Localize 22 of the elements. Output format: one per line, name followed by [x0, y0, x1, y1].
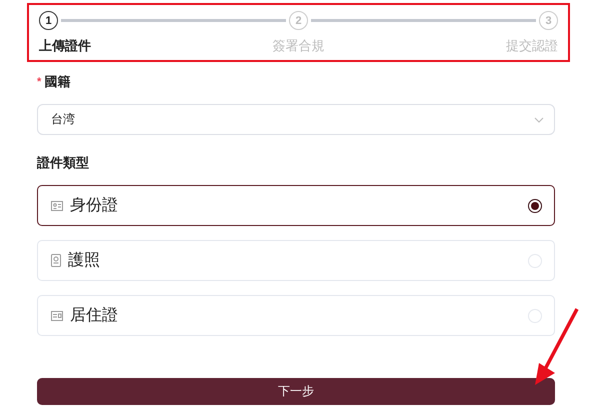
option-label: 護照 — [68, 250, 101, 271]
required-mark: * — [37, 76, 42, 88]
option-label: 居住證 — [70, 306, 119, 326]
document-option[interactable]: 護照 — [37, 240, 555, 281]
field-label: 國籍 — [44, 73, 70, 91]
id-card-icon — [51, 200, 63, 210]
step-label: 上傳證件 — [39, 37, 91, 55]
card-icon — [51, 310, 63, 320]
option-label: 身份證 — [70, 196, 119, 216]
field-label: 證件類型 — [37, 154, 89, 172]
nationality-select[interactable]: 台湾 — [37, 104, 555, 135]
step-number: 1 — [39, 11, 58, 30]
step-number: 2 — [289, 11, 308, 30]
document-option[interactable]: 身份證 — [37, 185, 555, 226]
step-label: 提交認證 — [506, 37, 558, 55]
radio-button[interactable] — [528, 198, 542, 212]
step-label: 簽署合規 — [272, 37, 324, 55]
chevron-down-icon — [534, 116, 544, 122]
step-number: 3 — [539, 11, 558, 30]
next-button[interactable]: 下一步 — [37, 378, 555, 405]
document-option[interactable]: 居住證 — [37, 295, 555, 336]
passport-icon — [51, 254, 61, 267]
